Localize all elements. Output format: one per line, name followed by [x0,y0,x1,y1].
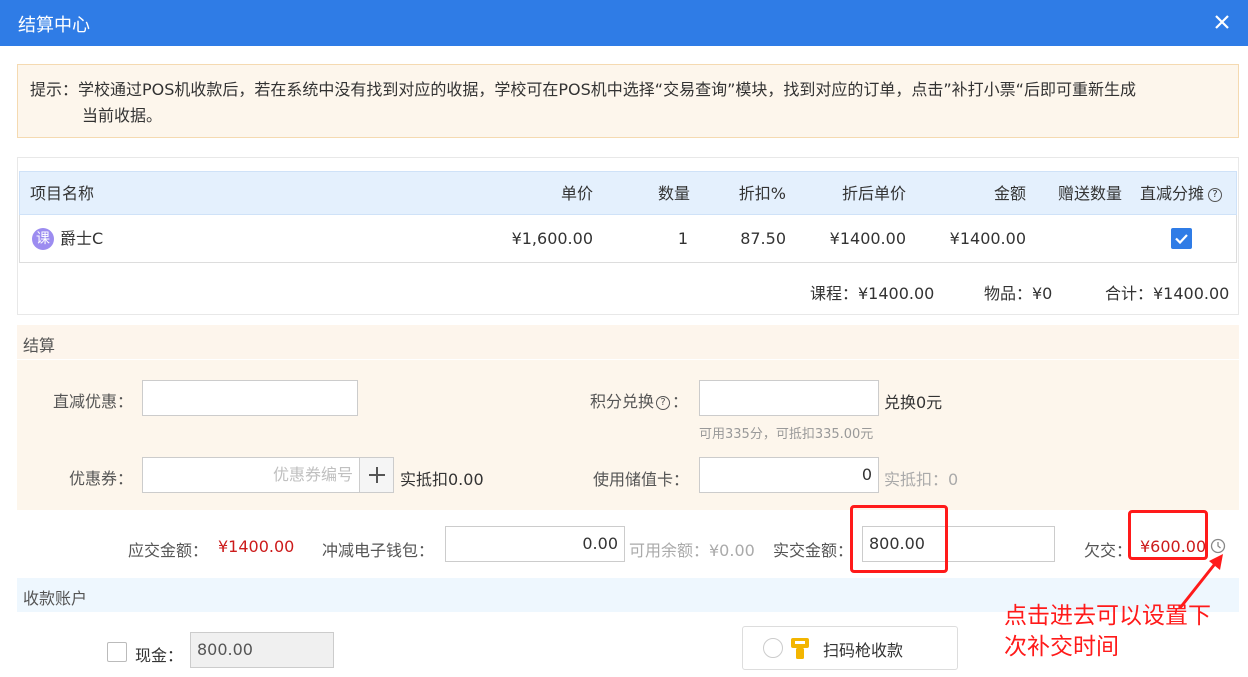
total-course: 课程：¥1400.00 [810,284,935,303]
points-label: 积分兑换?： [590,388,688,412]
col-gift-qty: 赠送数量 [1057,184,1122,203]
accounts-section-title: 收款账户 [23,589,88,608]
table-row: 课 爵士C ¥1,600.00 1 87.50 ¥1400.00 ¥1400.0… [19,215,1237,263]
coupon-input[interactable]: 优惠券编号 [142,457,394,493]
cash-checkbox[interactable] [107,642,127,662]
col-direct-share-label: 直减分摊 [1140,184,1205,203]
annotation-line-2: 次补交时间 [1004,634,1119,660]
title-bar: 结算中心 [0,0,1248,46]
wallet-label: 冲减电子钱包： [322,541,435,560]
stored-card-label: 使用储值卡： [593,470,690,489]
cash-input[interactable]: 800.00 [190,632,334,668]
row-disc-price: ¥1400.00 [829,229,906,248]
settle-section-title: 结算 [23,336,56,355]
row-qty: 1 [677,229,688,248]
annotation-line-1: 点击进去可以设置下 [1004,603,1211,629]
tip-line-2: 当前收据。 [82,106,163,125]
highlight-paid-amount [850,505,948,573]
cash-label: 现金： [135,646,184,665]
wallet-balance: 可用余额：¥0.00 [629,541,755,560]
scan-gun-payment-button[interactable]: 扫码枪收款 [742,626,958,670]
stored-card-suffix: 实抵扣：0 [884,470,959,489]
col-amount: 金额 [993,184,1026,203]
coupon-placeholder: 优惠券编号 [272,465,353,484]
due-label: 应交金额： [128,541,209,560]
due-value: ¥1400.00 [218,537,295,556]
tip-banner: 提示：学校通过POS机收款后，若在系统中没有找到对应的收据，学校可在POS机中选… [17,64,1239,138]
tip-line-1: 提示：学校通过POS机收款后，若在系统中没有找到对应的收据，学校可在POS机中选… [30,80,1136,99]
items-table: 项目名称 单价 数量 折扣% 折后单价 金额 赠送数量 直减分摊? 课 爵士C … [17,157,1239,315]
points-suffix: 兑换0元 [884,393,943,412]
coupon-label: 优惠券： [69,469,134,488]
points-input[interactable] [699,380,879,416]
plus-icon [369,467,385,483]
direct-discount-input[interactable] [142,380,358,416]
help-icon[interactable]: ? [656,395,671,410]
row-price: ¥1,600.00 [511,229,593,248]
row-name: 爵士C [60,229,104,248]
check-icon [1175,234,1188,245]
course-badge: 课 [32,228,54,250]
annotation-text: 点击进去可以设置下 次补交时间 [1004,601,1211,663]
col-discount: 折扣% [738,184,786,203]
direct-share-checkbox[interactable] [1171,228,1192,249]
stored-card-input[interactable]: 0 [699,457,879,493]
col-qty: 数量 [657,184,690,203]
total-sum: 合计：¥1400.00 [1105,284,1230,303]
points-colon: ： [672,392,689,411]
paid-label: 实交金额： [773,541,854,560]
settle-section-header: 结算 [17,325,1239,359]
col-direct-share: 直减分摊? [1140,172,1223,216]
table-header: 项目名称 单价 数量 折扣% 折后单价 金额 赠送数量 直减分摊? [19,171,1237,215]
window-title: 结算中心 [18,15,90,36]
col-name: 项目名称 [30,184,95,203]
help-icon[interactable]: ? [1208,187,1223,202]
row-discount: 87.50 [740,229,786,248]
total-goods: 物品：¥0 [984,284,1053,303]
points-hint: 可用335分，可抵扣335.00元 [699,427,874,442]
scan-label: 扫码枪收款 [823,641,904,660]
scanner-icon [791,638,809,659]
col-disc-price: 折后单价 [841,184,906,203]
col-price: 单价 [560,184,593,203]
row-amount: ¥1400.00 [949,229,1026,248]
add-coupon-button[interactable] [359,458,393,492]
close-icon[interactable] [1208,8,1236,36]
direct-discount-label: 直减优惠： [53,392,134,411]
points-label-text: 积分兑换 [590,392,655,411]
owed-label: 欠交： [1084,541,1133,560]
coupon-suffix: 实抵扣0.00 [400,470,484,489]
wallet-input[interactable]: 0.00 [445,526,625,562]
scan-radio[interactable] [763,638,783,658]
